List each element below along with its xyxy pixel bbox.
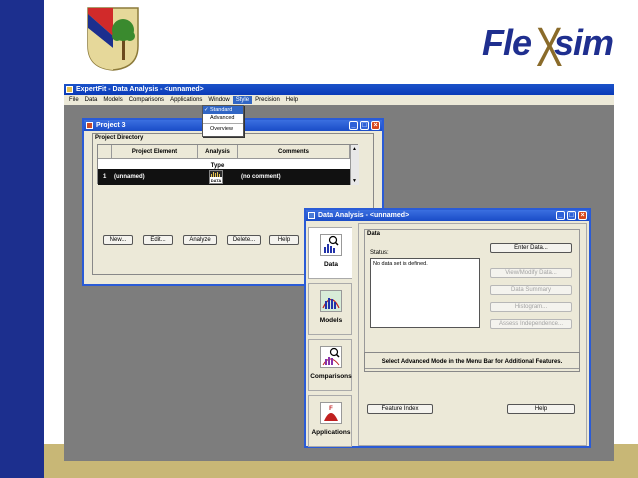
table-scrollbar[interactable]: ▲ ▼ [350, 145, 359, 185]
view-modify-data-button[interactable]: View/Modify Data... [490, 268, 572, 278]
close-button[interactable]: × [371, 121, 380, 130]
histogram-button[interactable]: Histogram... [490, 302, 572, 312]
advanced-mode-note: Select Advanced Mode in the Menu Bar for… [364, 352, 580, 372]
project-table: Project Element Analysis Type Comments 1… [97, 144, 359, 185]
data-badge-text: DATA [211, 178, 222, 183]
app-title-bar: ExpertFit - Data Analysis - <unnamed> [64, 84, 614, 95]
data-group-label: Data [367, 231, 381, 237]
row-index: 1 [103, 174, 107, 180]
tab-applications-label: Applications [311, 429, 351, 436]
menu-file[interactable]: File [66, 96, 82, 104]
tab-data-label: Data [323, 261, 339, 268]
logo-text-left: Fle [482, 22, 532, 63]
svg-text:F: F [329, 406, 333, 412]
column-header-element: Project Element [112, 145, 198, 159]
close-button[interactable]: × [578, 211, 587, 220]
blue-sidebar [0, 0, 44, 478]
menu-window[interactable]: Window [205, 96, 232, 104]
menu-help[interactable]: Help [283, 96, 301, 104]
style-dropdown-menu: ✓ Standard Advanced Overview [202, 105, 244, 137]
menu-item-overview[interactable]: Overview [203, 125, 243, 133]
logo-text-right: sim [554, 22, 614, 63]
menu-data[interactable]: Data [82, 96, 101, 104]
tab-comparisons[interactable]: Comparisons [308, 339, 352, 391]
data-analysis-window-icon [308, 212, 315, 219]
project-title: Project 3 [96, 122, 126, 129]
maximize-button[interactable]: □ [567, 211, 576, 220]
flexsim-logo: Fle X sim [482, 14, 614, 80]
menu-precision[interactable]: Precision [252, 96, 283, 104]
menu-bar: File Data Models Comparisons Application… [64, 95, 614, 105]
menu-item-standard-label: Standard [210, 107, 233, 113]
data-group-box: Data Status: No data set is defined. Ent… [364, 229, 580, 369]
tab-models-label: Models [319, 317, 343, 324]
scroll-down-icon[interactable]: ▼ [352, 178, 357, 184]
project-directory-label: Project Directory [95, 135, 144, 141]
app-icon [66, 86, 73, 93]
data-summary-button[interactable]: Data Summary [490, 285, 572, 295]
check-icon: ✓ [204, 107, 209, 113]
data-magnifier-icon [320, 234, 342, 256]
column-header-analysis: Analysis Type [198, 145, 238, 169]
column-header-comments: Comments [238, 145, 350, 159]
table-row[interactable]: 1 (unnamed) DATA (no comment) [98, 169, 350, 185]
enter-data-button[interactable]: Enter Data... [490, 243, 572, 253]
analyze-button[interactable]: Analyze [183, 235, 217, 245]
analysis-content-panel: Data Status: No data set is defined. Ent… [358, 223, 587, 446]
menu-item-standard[interactable]: ✓ Standard [203, 106, 243, 114]
minimize-button[interactable]: _ [556, 211, 565, 220]
crest-logo [87, 7, 139, 71]
row-comment: (no comment) [241, 174, 281, 180]
column-header-index [98, 145, 112, 159]
menu-comparisons[interactable]: Comparisons [126, 96, 167, 104]
expertfit-app-window: ExpertFit - Data Analysis - <unnamed> Fi… [64, 84, 614, 461]
status-text-area[interactable]: No data set is defined. [370, 258, 480, 328]
new-button[interactable]: New... [103, 235, 133, 245]
project-window-icon [86, 122, 93, 129]
minimize-button[interactable]: _ [349, 121, 358, 130]
tab-comparisons-label: Comparisons [310, 373, 352, 380]
maximize-button[interactable]: □ [360, 121, 369, 130]
feature-index-button[interactable]: Feature Index [367, 404, 433, 414]
status-text: No data set is defined. [373, 261, 428, 267]
models-histogram-icon [320, 290, 342, 312]
data-analysis-icon: DATA [209, 170, 223, 184]
data-analysis-title-bar: Data Analysis - <unnamed> _ □ × [306, 210, 589, 221]
edit-button[interactable]: Edit... [143, 235, 173, 245]
tab-data[interactable]: Data [308, 227, 352, 279]
data-analysis-window: Data Analysis - <unnamed> _ □ × Data Mod… [304, 208, 591, 448]
data-analysis-title: Data Analysis - <unnamed> [318, 212, 410, 219]
help-button[interactable]: Help [507, 404, 575, 414]
help-button[interactable]: Help [269, 235, 299, 245]
menu-models[interactable]: Models [100, 96, 125, 104]
menu-item-advanced[interactable]: Advanced [203, 114, 243, 122]
comparisons-magnifier-icon [320, 346, 342, 368]
row-element: (unnamed) [114, 174, 145, 180]
app-title: ExpertFit - Data Analysis - <unnamed> [76, 86, 204, 93]
status-label: Status: [370, 250, 389, 256]
menu-applications[interactable]: Applications [167, 96, 205, 104]
assess-independence-button[interactable]: Assess Independence... [490, 319, 572, 329]
tab-models[interactable]: Models [308, 283, 352, 335]
menu-style[interactable]: Style [232, 96, 253, 104]
applications-icon: F [320, 402, 342, 424]
scroll-up-icon[interactable]: ▲ [352, 146, 357, 152]
tab-applications[interactable]: F Applications [308, 395, 352, 447]
analysis-tab-panel: Data Models Comparisons F Applications [306, 223, 354, 447]
delete-button[interactable]: Delete... [227, 235, 261, 245]
menu-divider [203, 123, 243, 124]
